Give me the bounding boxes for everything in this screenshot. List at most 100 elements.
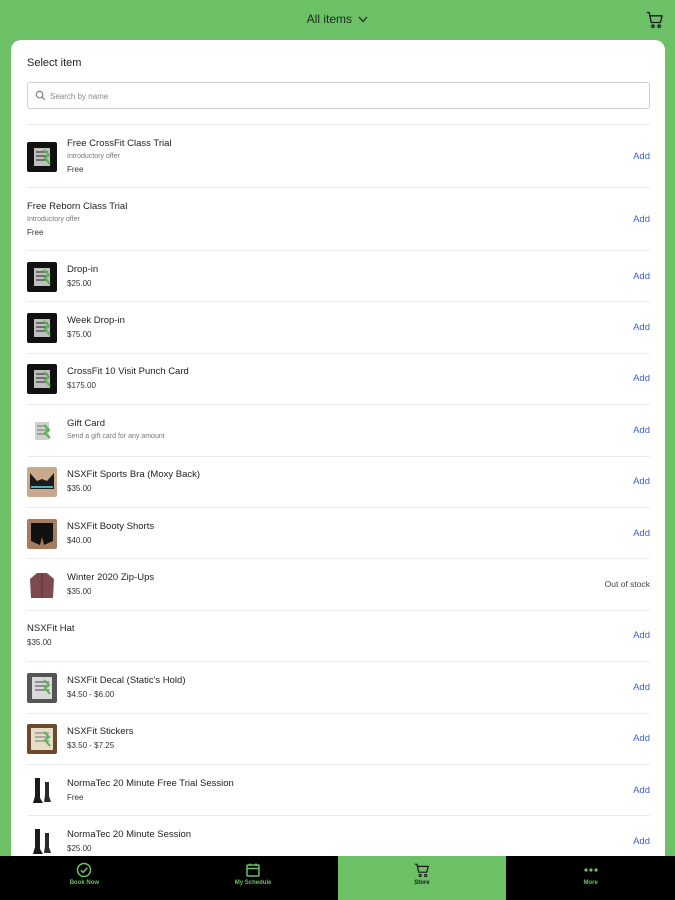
item-text: Winter 2020 Zip-Ups $35.00 [67,571,154,599]
item-name: NormaTec 20 Minute Free Trial Session [67,777,234,789]
item-name: Free CrossFit Class Trial [67,137,172,149]
top-bar: All items [0,0,675,40]
item-text: Free CrossFit Class Trial Introductory of… [67,137,172,177]
add-button[interactable]: Add [633,528,650,539]
nav-tab-label: More [583,880,598,886]
add-button[interactable]: Add [633,630,650,641]
item-thumbnail [27,261,57,292]
item-subtitle: Introductory offer [27,215,80,223]
item-text: NSXFit Booty Shorts $40.00 [67,520,154,548]
list-item[interactable]: CrossFit 10 Visit Punch Card $175.00 Add [27,352,650,404]
list-item[interactable]: Gift Card Send a gift card for any amount… [27,404,650,455]
chevron-down-icon [358,16,368,23]
bottom-nav: Book Now My Schedule Store More [0,856,675,900]
list-item[interactable]: Week Drop-in $75.00 Add [27,301,650,352]
item-thumbnail [27,141,57,172]
add-button[interactable]: Add [633,151,650,162]
list-item[interactable]: NSXFit Booty Shorts $40.00 Add [27,506,650,558]
item-name: Drop-in [67,263,99,275]
item-name: Free Reborn Class Trial [27,200,128,212]
nav-tab-book-now[interactable]: Book Now [0,856,169,900]
item-price: $25.00 [67,843,92,853]
category-filter-dropdown[interactable]: All items [0,12,675,26]
item-text: CrossFit 10 Visit Punch Card $175.00 [67,365,189,393]
item-subtitle: Send a gift card for any amount [67,432,165,440]
add-button[interactable]: Add [633,476,650,487]
item-price: $175.00 [67,381,96,391]
nav-tab-label: Store [414,880,430,886]
add-button[interactable]: Add [633,425,650,436]
add-button[interactable]: Add [633,836,650,847]
item-text: Free Reborn Class Trial Introductory offe… [27,200,127,240]
item-subtitle: Introductory offer [67,152,120,160]
item-name: NSXFit Sports Bra (Moxy Back) [67,469,201,481]
item-name: NSXFit Stickers [67,726,134,738]
out-of-stock-label: Out of stock [604,579,650,590]
cart-icon[interactable] [645,10,665,30]
nav-tab-more[interactable]: More [506,856,675,900]
list-item[interactable]: Winter 2020 Zip-Ups $35.00 Out of stock [27,558,650,609]
search-box[interactable] [27,82,650,109]
item-price: $4.50 - $6.00 [67,689,115,699]
item-name: NSXFit Booty Shorts [67,520,155,532]
item-thumbnail [27,467,57,498]
item-price: $35.00 [27,638,52,648]
item-list: Free CrossFit Class Trial Introductory of… [27,124,650,856]
item-price: $40.00 [67,535,92,545]
nav-tab-label: Book Now [69,880,100,886]
calendar-icon [169,862,338,878]
nav-tab-my-schedule[interactable]: My Schedule [169,856,338,900]
item-name: CrossFit 10 Visit Punch Card [67,366,189,378]
item-thumbnail [27,570,57,601]
item-price: Free [27,227,44,237]
list-item[interactable]: NormaTec 20 Minute Free Trial Session Fre… [27,763,650,815]
search-input[interactable] [50,87,640,105]
list-item[interactable]: Free Reborn Class Trial Introductory offe… [27,187,650,250]
item-price: Free [67,792,84,802]
item-text: NormaTec 20 Minute Free Trial Session Fre… [67,777,234,805]
list-item[interactable]: NSXFit Hat $35.00 Add [27,609,650,661]
list-item[interactable]: Drop-in $25.00 Add [27,250,650,301]
item-text: Week Drop-in $75.00 [67,314,125,342]
panel-header: Select item [11,40,665,124]
select-item-panel: Select item Free CrossFit Class Trial Int… [11,40,665,856]
nav-tab-store[interactable]: Store [337,856,507,900]
add-button[interactable]: Add [633,214,650,225]
list-item[interactable]: NSXFit Stickers $3.50 - $7.25 Add [27,712,650,764]
item-thumbnail [27,415,57,446]
item-thumbnail [27,364,57,395]
item-price: $75.00 [67,330,92,340]
item-thumbnail [27,672,57,703]
add-button[interactable]: Add [633,785,650,796]
item-text: NormaTec 20 Minute Session $25.00 [67,828,191,856]
list-item[interactable]: NSXFit Sports Bra (Moxy Back) $35.00 Add [27,455,650,507]
item-name: Week Drop-in [67,315,125,327]
add-button[interactable]: Add [633,373,650,384]
item-price: $3.50 - $7.25 [67,741,115,751]
item-thumbnail [27,724,57,755]
add-button[interactable]: Add [633,322,650,333]
list-item[interactable]: Free CrossFit Class Trial Introductory of… [27,124,650,187]
list-item[interactable]: NormaTec 20 Minute Session $25.00 Add [27,815,650,856]
item-text: NSXFit Hat $35.00 [27,622,75,650]
item-name: Winter 2020 Zip-Ups [67,572,155,584]
panel-title: Select item [27,57,82,69]
item-price: Free [67,164,84,174]
item-text: NSXFit Stickers $3.50 - $7.25 [67,725,134,753]
add-button[interactable]: Add [633,733,650,744]
add-button[interactable]: Add [633,682,650,693]
list-item[interactable]: NSXFit Decal (Static's Hold) $4.50 - $6.0… [27,661,650,712]
item-name: NormaTec 20 Minute Session [67,828,192,840]
item-price: $25.00 [67,278,92,288]
item-name: NSXFit Decal (Static's Hold) [67,674,186,686]
more-dots-icon [506,862,675,878]
add-button[interactable]: Add [633,271,650,282]
item-price: $35.00 [67,587,92,597]
search-icon [35,90,46,101]
item-text: Drop-in $25.00 [67,263,98,291]
category-filter-label: All items [306,12,352,26]
item-name: NSXFit Hat [27,623,75,635]
item-text: NSXFit Sports Bra (Moxy Back) $35.00 [67,468,200,496]
item-thumbnail [27,826,57,856]
item-thumbnail [27,775,57,806]
